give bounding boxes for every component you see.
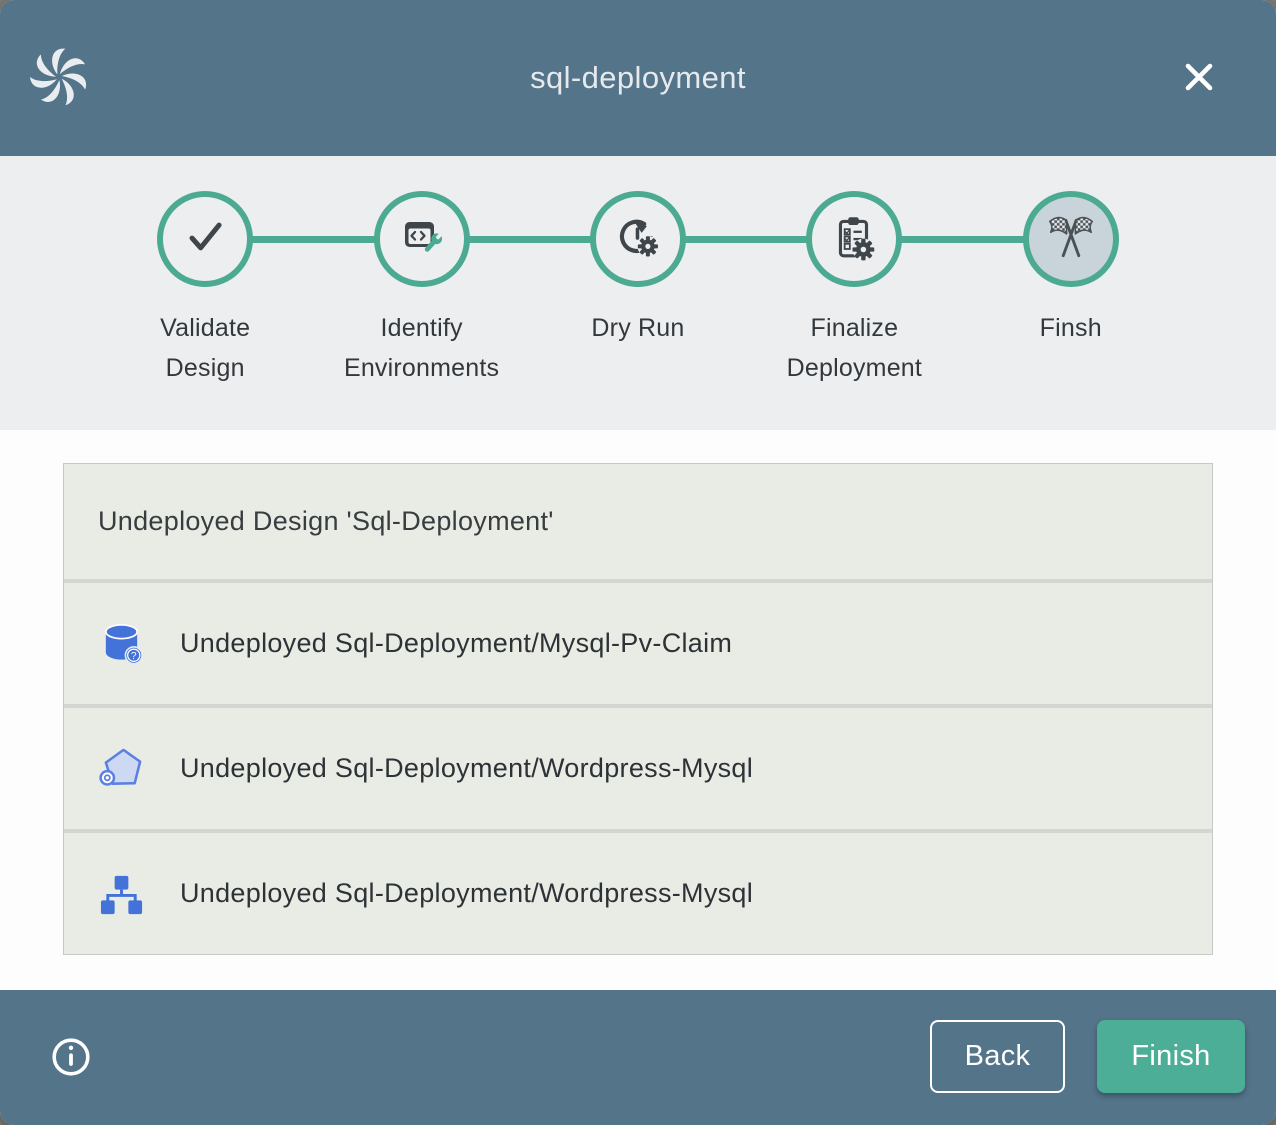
close-icon[interactable]	[1178, 56, 1220, 98]
step-circle-identify-environments[interactable]	[374, 191, 470, 287]
step-circle-finalize-deployment[interactable]	[806, 191, 902, 287]
status-text: Undeployed Sql-Deployment/Wordpress-Mysq…	[180, 878, 753, 909]
step-label: Dry Run	[550, 308, 726, 348]
info-icon[interactable]	[50, 1036, 92, 1078]
database-icon: ?	[98, 620, 145, 667]
status-row-mysql-pv-claim: ? Undeployed Sql-Deployment/Mysql-Pv-Cla…	[64, 583, 1212, 704]
step-circle-validate-design[interactable]	[157, 191, 253, 287]
deployment-wizard-dialog: sql-deployment Validate Design	[0, 0, 1276, 1125]
check-icon	[179, 211, 231, 268]
status-row-wordpress-mysql-service: Undeployed Sql-Deployment/Wordpress-Mysq…	[64, 708, 1212, 829]
history-gear-icon	[613, 212, 663, 267]
deployment-status-panel: Undeployed Design 'Sql-Deployment' ? Und…	[0, 430, 1276, 990]
finish-button[interactable]: Finish	[1097, 1020, 1245, 1093]
step-dry-run: Dry Run	[530, 191, 746, 388]
dialog-header: sql-deployment	[0, 0, 1276, 156]
dialog-title: sql-deployment	[0, 0, 1276, 156]
step-finalize-deployment: Finalize Deployment	[746, 191, 962, 388]
status-text: Undeployed Sql-Deployment/Wordpress-Mysq…	[180, 753, 753, 784]
wizard-stepper: Validate Design	[0, 156, 1276, 430]
status-text: Undeployed Sql-Deployment/Mysql-Pv-Claim	[180, 628, 732, 659]
clipboard-checklist-gear-icon	[829, 212, 879, 267]
step-label: Finsh	[983, 308, 1159, 348]
checkered-flags-icon	[1044, 210, 1098, 269]
step-identify-environments: Identify Environments	[313, 191, 529, 388]
step-circle-dry-run[interactable]	[590, 191, 686, 287]
status-row-design: Undeployed Design 'Sql-Deployment'	[64, 464, 1212, 579]
step-circle-finish[interactable]	[1023, 191, 1119, 287]
status-list: Undeployed Design 'Sql-Deployment' ? Und…	[63, 463, 1213, 955]
status-text: Undeployed Design 'Sql-Deployment'	[98, 506, 554, 537]
dialog-footer: Back Finish	[0, 990, 1276, 1125]
pentagon-service-icon	[98, 745, 145, 792]
svg-text:?: ?	[131, 651, 137, 662]
step-validate-design: Validate Design	[97, 191, 313, 388]
org-chart-icon	[98, 870, 145, 917]
step-label: Finalize Deployment	[766, 308, 942, 388]
step-label: Validate Design	[117, 308, 293, 388]
status-row-wordpress-mysql-tier: Undeployed Sql-Deployment/Wordpress-Mysq…	[64, 833, 1212, 954]
code-wrench-icon	[398, 213, 446, 266]
step-label: Identify Environments	[334, 308, 510, 388]
back-button[interactable]: Back	[930, 1020, 1065, 1093]
step-finish: Finsh	[963, 191, 1179, 388]
